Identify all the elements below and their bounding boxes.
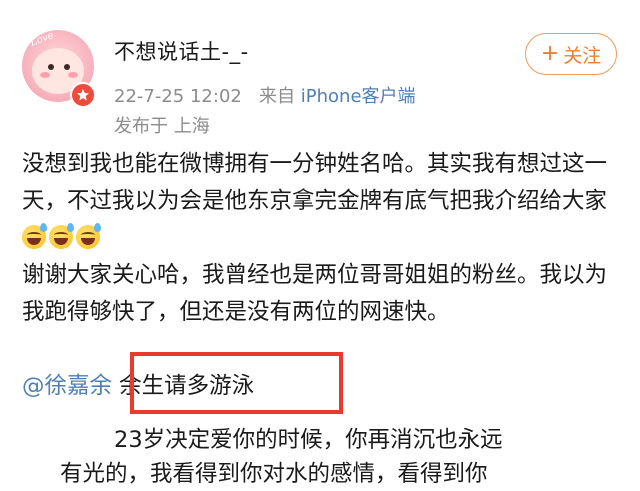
plus-icon: +: [540, 41, 560, 66]
post-source-link[interactable]: iPhone客户端: [301, 86, 416, 107]
avatar-eye: [48, 64, 54, 70]
follow-button[interactable]: + 关注: [525, 33, 617, 75]
post-body: 没想到我也能在微博拥有一分钟姓名哈。其实我有想过这一天，不过我以为会是他东京拿完…: [22, 146, 622, 331]
post-paragraph-text: 谢谢大家关心哈，我曾经也是两位哥哥姐姐的粉丝。我以为我跑得够快了，但还是没有两位…: [22, 262, 608, 325]
username[interactable]: 不想说话土-_-: [114, 36, 249, 66]
verified-badge-icon: [70, 82, 96, 108]
avatar-eye: [64, 64, 70, 70]
post-meta: 22-7-25 12:02 来自 iPhone客户端: [114, 82, 416, 108]
post-location: 发布于 上海: [114, 116, 210, 137]
avatar-love-text: Love: [28, 30, 56, 49]
source-prefix: 来自: [259, 86, 296, 107]
sweat-smile-emoji-icon: [49, 223, 74, 249]
post-paragraph-text: 没想到我也能在微博拥有一分钟姓名哈。其实我有想过这一天，不过我以为会是他东京拿完…: [22, 151, 608, 214]
sweat-smile-emoji-icon: [76, 223, 101, 249]
avatar-cheek: [68, 72, 78, 78]
quote-line: 23岁决定爱你的时候，你再消沉也永远: [114, 427, 503, 453]
post-paragraph: 谢谢大家关心哈，我曾经也是两位哥哥姐姐的粉丝。我以为我跑得够快了，但还是没有两位…: [22, 257, 622, 331]
post-paragraph: 没想到我也能在微博拥有一分钟姓名哈。其实我有想过这一天，不过我以为会是他东京拿完…: [22, 146, 622, 257]
red-highlight-box: [130, 352, 343, 414]
post-date: 22-7-25 12:02: [114, 86, 242, 107]
follow-label: 关注: [563, 44, 602, 67]
avatar-cheek: [40, 72, 50, 78]
sweat-smile-emoji-icon: [22, 223, 47, 249]
quoted-text: 23岁决定爱你的时候，你再消沉也永远 有光的，我看得到你对水的感情，看得到你: [60, 423, 620, 491]
quote-line: 有光的，我看得到你对水的感情，看得到你: [60, 461, 488, 487]
mention-link[interactable]: @徐嘉余: [22, 373, 112, 399]
